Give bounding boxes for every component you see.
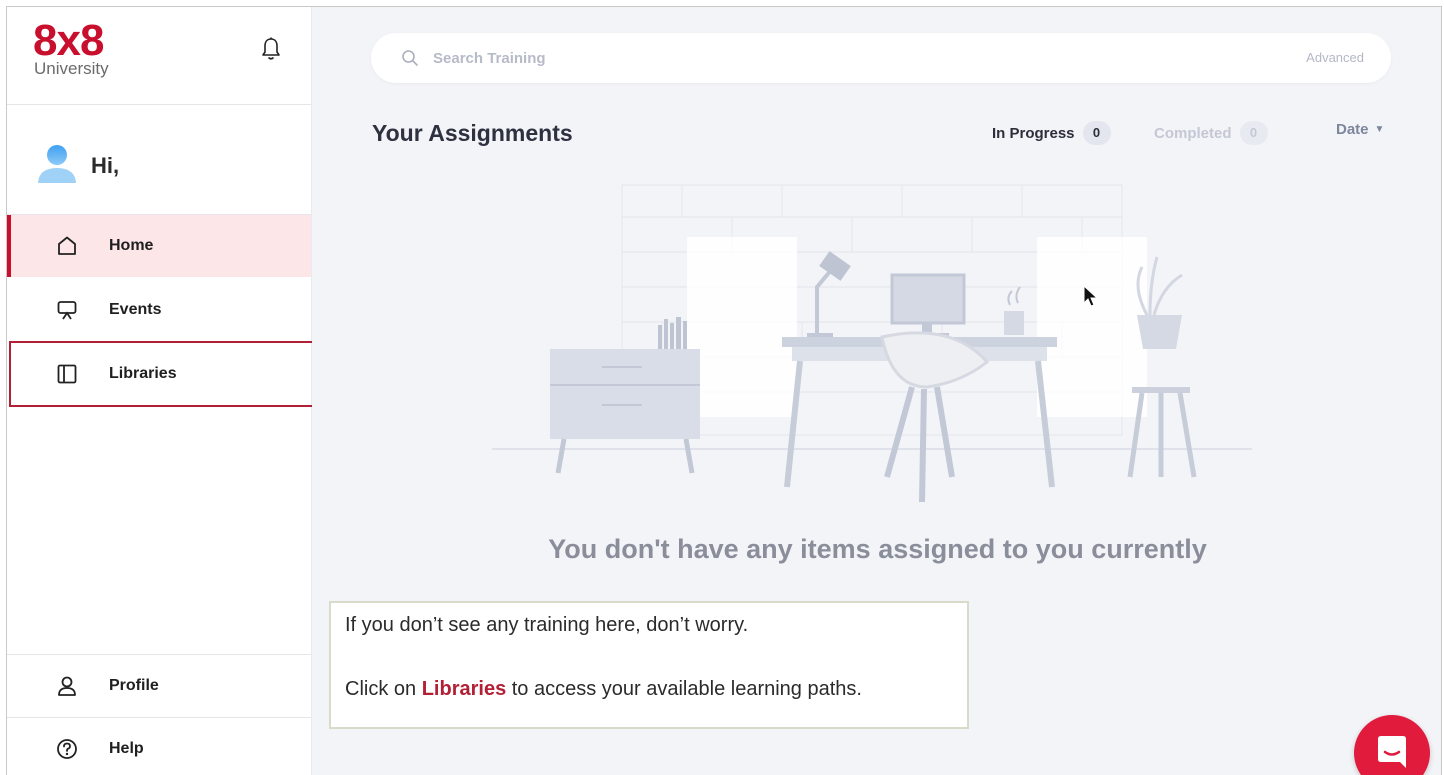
logo-subtitle: University [34, 59, 109, 78]
search-icon [401, 49, 419, 67]
instruction-callout: If you don’t see any training here, don’… [329, 601, 969, 729]
search-input[interactable] [431, 48, 1255, 68]
home-icon [56, 235, 78, 257]
sidebar-item-profile[interactable]: Profile [7, 655, 311, 717]
caret-down-icon: ▼ [1374, 124, 1385, 135]
empty-state-message: You don't have any items assigned to you… [548, 534, 1207, 564]
advanced-search-link[interactable]: Advanced [1306, 50, 1364, 65]
logo[interactable]: 8x8 University [33, 19, 109, 79]
callout-line-2: Click on Libraries to access your availa… [345, 675, 953, 703]
sidebar-item-label: Home [109, 237, 154, 254]
sidebar-item-label: Events [109, 301, 162, 318]
empty-desk-illustration [492, 184, 1252, 503]
mouse-pointer-icon [1083, 284, 1099, 309]
help-icon [56, 738, 78, 760]
callout-line-1: If you don’t see any training here, don’… [345, 614, 749, 636]
sort-label: Date [1336, 121, 1369, 138]
sidebar: 8x8 University Hi, Home Events Libraries… [7, 7, 312, 775]
chat-icon [1374, 735, 1410, 769]
tab-completed[interactable]: Completed 0 [1154, 121, 1268, 145]
user-greeting-block: Hi, [37, 141, 119, 191]
count-badge: 0 [1082, 121, 1111, 145]
sidebar-item-label: Profile [109, 677, 159, 694]
tab-label: Completed [1154, 124, 1232, 142]
search-bar[interactable]: Advanced [371, 33, 1391, 83]
notifications-bell-icon[interactable] [261, 37, 281, 61]
greeting-text: Hi, [91, 153, 120, 178]
user-icon [56, 675, 78, 697]
sidebar-divider [7, 104, 311, 105]
sort-date-dropdown[interactable]: Date ▼ [1336, 121, 1384, 138]
app-window: 8x8 University Hi, Home Events Libraries… [6, 6, 1442, 775]
logo-mark: 8x8 [33, 16, 104, 65]
sidebar-item-events[interactable]: Events [7, 279, 311, 341]
sidebar-item-label: Libraries [109, 365, 177, 382]
sidebar-item-help[interactable]: Help [7, 718, 311, 775]
sidebar-item-libraries[interactable]: Libraries [7, 343, 311, 405]
page-title: Your Assignments [372, 120, 573, 146]
tab-label: In Progress [992, 124, 1075, 142]
assignment-tabs: In Progress 0 Completed 0 Date ▼ [992, 121, 1412, 149]
tab-in-progress[interactable]: In Progress 0 [992, 121, 1111, 145]
callout-text: to access your available learning paths. [506, 678, 862, 700]
callout-text: Click on [345, 678, 422, 700]
sidebar-item-label: Help [109, 740, 144, 757]
book-icon [56, 363, 78, 385]
avatar[interactable] [37, 143, 77, 190]
presentation-icon [56, 299, 78, 321]
callout-libraries-highlight: Libraries [421, 678, 507, 700]
count-badge: 0 [1239, 121, 1268, 145]
sidebar-item-home[interactable]: Home [7, 215, 311, 277]
